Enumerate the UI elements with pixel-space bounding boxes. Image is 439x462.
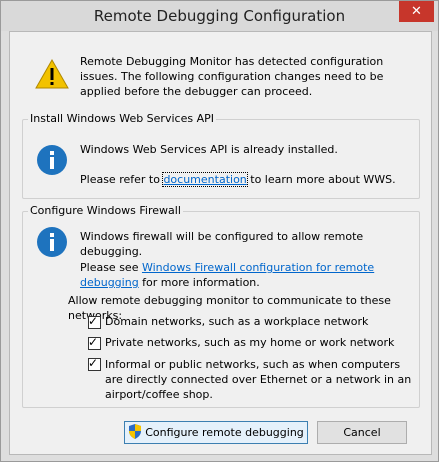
private-network-label: Private networks, such as my home or wor… [105,336,395,349]
firewall-see-suffix: for more information. [138,276,260,289]
configure-button-label: Configure remote debugging [145,426,304,439]
dialog-window: Remote Debugging Configuration ✕ Remote … [0,0,439,462]
documentation-link[interactable]: documentation [162,172,248,187]
firewall-see-line: Please see Windows Firewall configuratio… [80,260,410,290]
configure-remote-debugging-button[interactable]: Configure remote debugging [124,421,308,444]
domain-network-label: Domain networks, such as a workplace net… [105,315,369,328]
private-network-checkbox[interactable]: ✓ [88,335,101,350]
domain-network-checkbox[interactable]: ✓ [88,314,101,329]
wws-refer-suffix: to learn more about WWS. [246,173,396,186]
firewall-group-label: Configure Windows Firewall [28,204,183,217]
wws-group-label: Install Windows Web Services API [28,112,216,125]
close-icon: ✕ [411,4,422,19]
public-network-checkbox[interactable]: ✓ [88,356,101,371]
dialog-content: Remote Debugging Monitor has detected co… [9,31,432,455]
close-button[interactable]: ✕ [399,1,434,22]
warning-icon [35,59,69,89]
wws-group: Install Windows Web Services API Windows… [22,112,420,199]
firewall-status: Windows firewall will be configured to a… [80,230,364,258]
wws-refer-prefix: Please refer to [80,173,164,186]
domain-network-option[interactable]: ✓ Domain networks, such as a workplace n… [88,314,369,329]
info-icon [37,145,67,175]
wws-status: Windows Web Services API is already inst… [80,143,338,156]
window-title: Remote Debugging Configuration [93,7,346,25]
intro-message: Remote Debugging Monitor has detected co… [80,55,384,98]
firewall-group: Configure Windows Firewall Windows firew… [22,204,420,408]
uac-shield-icon [129,424,142,439]
cancel-button[interactable]: Cancel [317,421,407,444]
firewall-see-prefix: Please see [80,261,142,274]
public-network-label: Informal or public networks, such as whe… [105,358,412,401]
cancel-button-label: Cancel [343,426,381,439]
wws-refer-line: Please refer to documentation to learn m… [80,172,396,187]
info-icon [37,227,67,257]
public-network-option[interactable]: ✓ Informal or public networks, such as w… [88,356,413,402]
title-bar[interactable]: Remote Debugging Configuration ✕ [1,1,438,31]
private-network-option[interactable]: ✓ Private networks, such as my home or w… [88,335,395,350]
